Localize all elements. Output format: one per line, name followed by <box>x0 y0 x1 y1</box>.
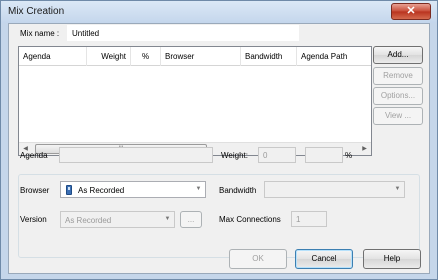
remove-button[interactable]: Remove <box>373 67 423 85</box>
agenda-field[interactable] <box>59 147 213 163</box>
mix-creation-dialog: Mix Creation ✕ Mix name : Untitled Agend… <box>0 0 438 280</box>
chevron-down-icon: ▼ <box>164 216 171 222</box>
agenda-label: Agenda <box>20 151 48 160</box>
options-button[interactable]: Options... <box>373 87 423 105</box>
version-label: Version <box>20 215 47 224</box>
bandwidth-combo[interactable]: ▼ <box>264 181 405 198</box>
column-browser[interactable]: Browser <box>161 47 241 66</box>
mix-name-input[interactable]: Untitled <box>67 25 299 41</box>
ok-button[interactable]: OK <box>229 249 287 269</box>
view-button[interactable]: View ... <box>373 107 423 125</box>
browser-combo[interactable]: As Recorded ▼ <box>60 181 206 198</box>
add-button[interactable]: Add... <box>373 46 423 64</box>
list-header: Agenda Weight % Browser Bandwidth Agenda… <box>19 47 371 66</box>
bandwidth-label: Bandwidth <box>219 186 257 195</box>
title-bar: Mix Creation ✕ <box>1 1 437 23</box>
phone-icon <box>66 185 72 195</box>
weight-label: Weight: <box>221 151 248 160</box>
column-weight[interactable]: Weight <box>87 47 131 66</box>
weight-percent-field[interactable] <box>305 147 343 163</box>
weight-field[interactable]: 0 <box>258 147 296 163</box>
chevron-down-icon: ▼ <box>394 186 401 192</box>
scroll-right-icon[interactable]: ▶ <box>358 143 371 155</box>
chevron-down-icon: ▼ <box>195 186 202 192</box>
version-combo[interactable]: As Recorded ▼ <box>60 211 175 228</box>
browser-label: Browser <box>20 186 50 195</box>
agenda-list[interactable]: Agenda Weight % Browser Bandwidth Agenda… <box>18 46 372 156</box>
column-agenda-path[interactable]: Agenda Path <box>297 47 371 66</box>
cancel-button[interactable]: Cancel <box>295 249 353 269</box>
max-connections-field[interactable]: 1 <box>291 211 327 227</box>
column-percent[interactable]: % <box>131 47 161 66</box>
column-bandwidth[interactable]: Bandwidth <box>241 47 297 66</box>
mix-name-label: Mix name : <box>20 29 60 38</box>
dialog-client-area: Mix name : Untitled Agenda Weight % Brow… <box>8 23 430 274</box>
version-value: As Recorded <box>65 216 112 225</box>
version-browse-button[interactable]: ... <box>180 211 202 228</box>
help-button[interactable]: Help <box>363 249 421 269</box>
window-title: Mix Creation <box>8 6 65 17</box>
browser-value: As Recorded <box>78 186 125 195</box>
column-agenda[interactable]: Agenda <box>19 47 87 66</box>
max-connections-label: Max Connections <box>219 215 281 224</box>
percent-sign: % <box>345 151 353 160</box>
close-button[interactable]: ✕ <box>391 3 431 20</box>
